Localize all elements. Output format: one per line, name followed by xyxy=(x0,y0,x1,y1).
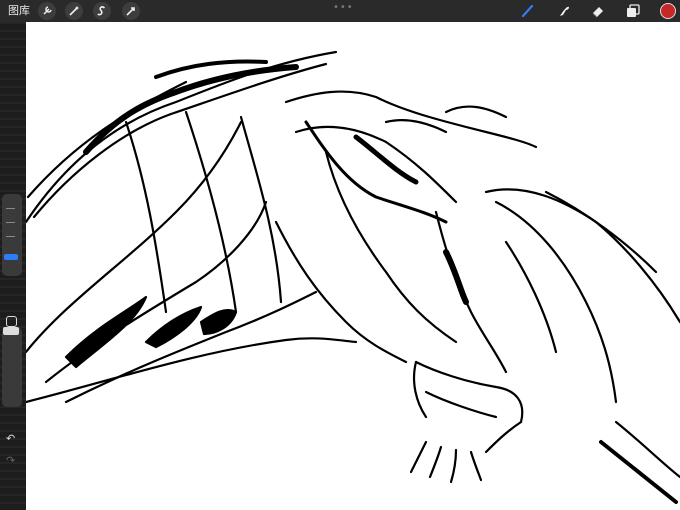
layers-icon[interactable] xyxy=(625,3,641,19)
opacity-slider-knob[interactable] xyxy=(3,327,19,335)
drawing-canvas[interactable] xyxy=(26,22,680,510)
wrench-icon[interactable] xyxy=(38,2,56,20)
gallery-button[interactable]: 图库 xyxy=(8,4,30,18)
left-sidebar: ↶ ↷ xyxy=(0,22,26,510)
top-toolbar: 图库 ••• xyxy=(0,0,680,22)
opacity-slider[interactable] xyxy=(2,327,22,407)
eraser-icon[interactable] xyxy=(590,3,606,19)
selection-icon[interactable] xyxy=(93,2,111,20)
smudge-icon[interactable] xyxy=(556,3,572,19)
brush-icon[interactable] xyxy=(520,3,536,19)
redo-icon[interactable]: ↷ xyxy=(6,454,15,467)
magic-wand-icon[interactable] xyxy=(65,2,83,20)
size-slider-knob[interactable] xyxy=(4,254,18,260)
window-handle[interactable]: ••• xyxy=(333,2,354,13)
modify-button[interactable] xyxy=(6,316,17,327)
transform-icon[interactable] xyxy=(122,2,140,20)
color-picker-button[interactable] xyxy=(660,3,676,19)
undo-icon[interactable]: ↶ xyxy=(6,432,15,445)
dragon-sketch xyxy=(26,50,680,504)
brush-size-slider[interactable] xyxy=(2,194,22,276)
